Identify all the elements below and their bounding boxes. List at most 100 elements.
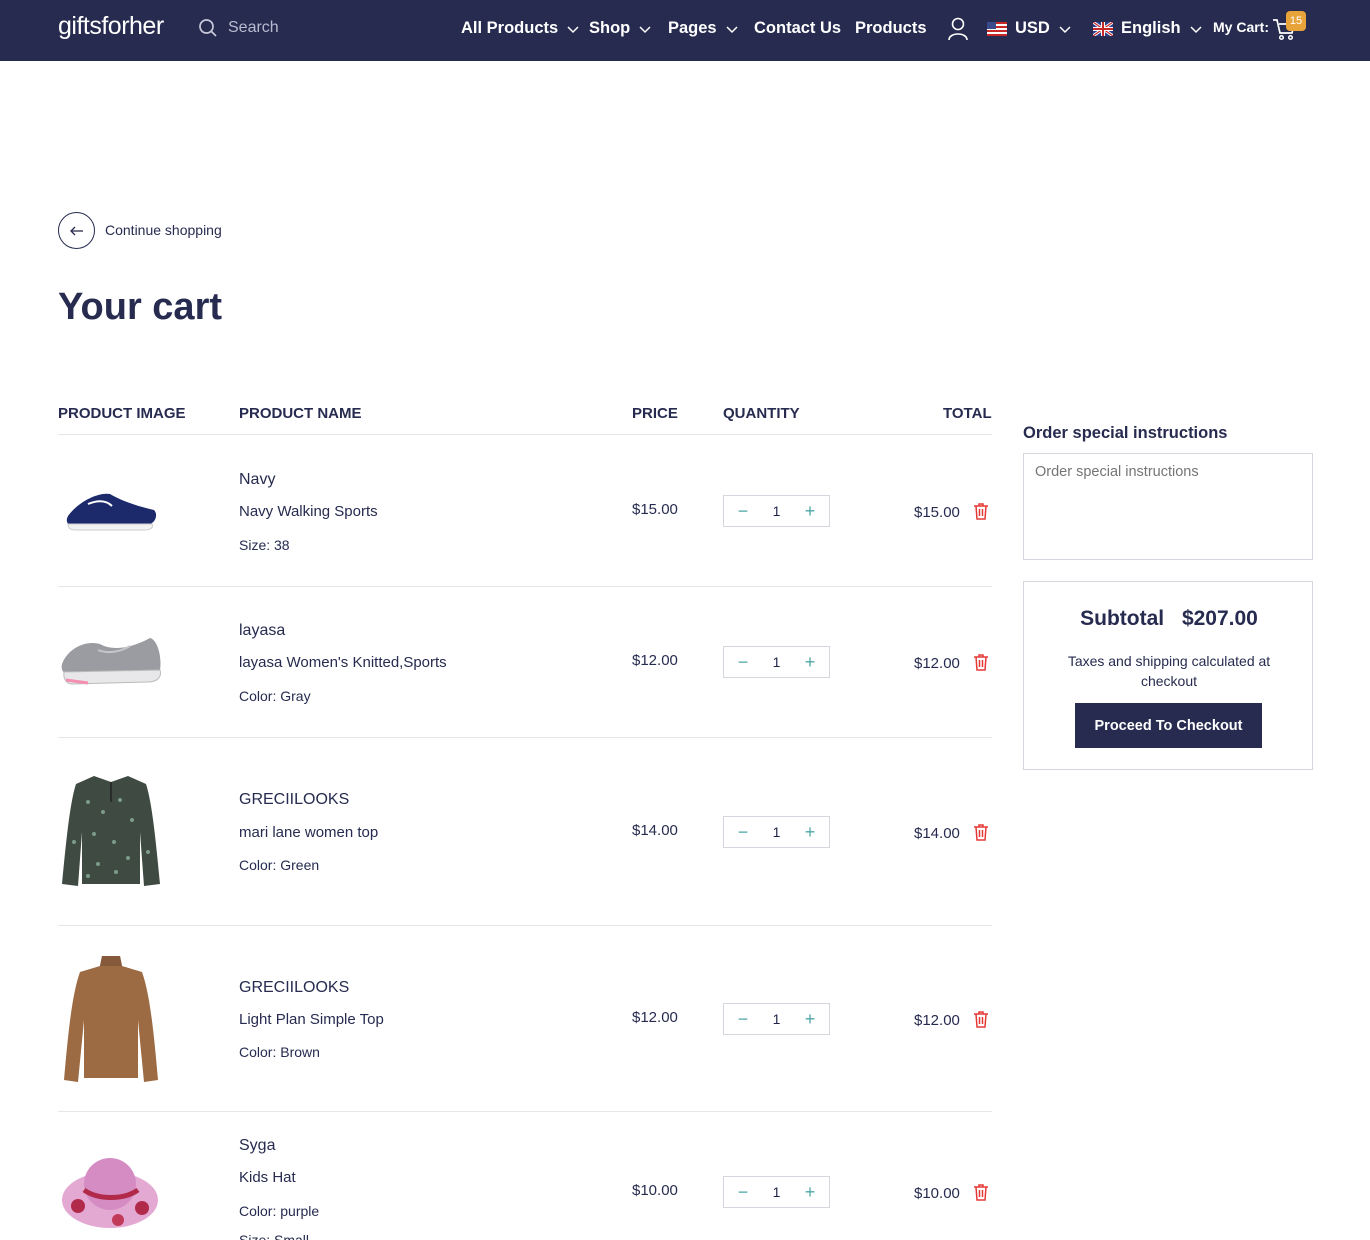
chevron-down-icon	[726, 25, 738, 33]
increase-quantity-button[interactable]: +	[803, 822, 817, 843]
divider	[58, 586, 992, 587]
product-image-pink-hat[interactable]	[58, 1150, 164, 1232]
decrease-quantity-button[interactable]: −	[736, 1182, 750, 1203]
page-title: Your cart	[58, 286, 223, 328]
product-variant: Color: Gray	[239, 688, 311, 704]
subtotal-label: Subtotal	[1080, 607, 1165, 630]
arrow-left-icon	[69, 226, 83, 235]
chevron-down-icon	[1059, 25, 1071, 33]
increase-quantity-button[interactable]: +	[803, 1009, 817, 1030]
product-vendor: Navy	[239, 471, 276, 488]
quantity-stepper[interactable]: − 1 +	[723, 646, 830, 678]
product-vendor: GRECIILOOKS	[239, 979, 350, 996]
line-total: $14.00	[914, 825, 960, 842]
product-name[interactable]: Navy Walking Sports	[239, 503, 378, 520]
top-nav-bar: giftsforher Search All Products Shop Pag…	[0, 0, 1370, 61]
column-header-image: PRODUCT IMAGE	[58, 405, 186, 422]
chevron-down-icon	[639, 25, 651, 33]
unit-price: $14.00	[632, 822, 678, 839]
product-vendor: GRECIILOOKS	[239, 791, 350, 808]
product-image-brown-top[interactable]	[58, 954, 164, 1084]
currency-label: USD	[1015, 19, 1050, 37]
column-header-total: TOTAL	[943, 405, 992, 422]
column-header-quantity: QUANTITY	[723, 405, 800, 422]
product-image-green-floral-top[interactable]	[58, 772, 164, 890]
delete-icon[interactable]	[973, 653, 989, 671]
product-name[interactable]: Kids Hat	[239, 1169, 296, 1186]
search-icon	[199, 19, 217, 37]
proceed-to-checkout-button[interactable]: Proceed To Checkout	[1075, 703, 1262, 748]
quantity-value[interactable]: 1	[773, 503, 781, 519]
quantity-stepper[interactable]: − 1 +	[723, 1176, 830, 1208]
cart-count-badge: 15	[1286, 11, 1306, 31]
delete-icon[interactable]	[973, 502, 989, 520]
product-variant: Color: Green	[239, 857, 320, 873]
increase-quantity-button[interactable]: +	[803, 501, 817, 522]
delete-icon[interactable]	[973, 823, 989, 841]
unit-price: $12.00	[632, 1009, 678, 1026]
nav-label: Pages	[668, 19, 717, 37]
increase-quantity-button[interactable]: +	[803, 652, 817, 673]
decrease-quantity-button[interactable]: −	[736, 822, 750, 843]
increase-quantity-button[interactable]: +	[803, 1182, 817, 1203]
subtotal-value: $207.00	[1181, 607, 1258, 630]
divider	[58, 925, 992, 926]
nav-all-products[interactable]: All Products	[461, 19, 580, 38]
quantity-value[interactable]: 1	[773, 1184, 781, 1200]
currency-selector[interactable]: USD	[987, 19, 1072, 38]
quantity-stepper[interactable]: − 1 +	[723, 816, 830, 848]
quantity-value[interactable]: 1	[773, 1011, 781, 1027]
product-name[interactable]: layasa Women's Knitted,Sports	[239, 654, 447, 671]
nav-products[interactable]: Products	[855, 19, 927, 38]
product-variant: Color: purple	[239, 1203, 320, 1219]
column-header-name: PRODUCT NAME	[239, 405, 362, 422]
product-name[interactable]: Light Plan Simple Top	[239, 1011, 384, 1028]
continue-shopping-link[interactable]: Continue shopping	[105, 222, 222, 238]
order-instructions-title: Order special instructions	[1023, 424, 1228, 442]
continue-shopping-button[interactable]	[58, 212, 95, 249]
column-header-price: PRICE	[632, 405, 678, 422]
divider	[58, 737, 992, 738]
product-variant: Color: Brown	[239, 1044, 320, 1060]
site-logo[interactable]: giftsforher	[58, 12, 164, 41]
line-total: $12.00	[914, 655, 960, 672]
product-vendor: layasa	[239, 622, 286, 639]
unit-price: $12.00	[632, 652, 678, 669]
nav-label: Shop	[589, 19, 631, 37]
quantity-stepper[interactable]: − 1 +	[723, 495, 830, 527]
unit-price: $15.00	[632, 501, 678, 518]
product-variant: Size: 38	[239, 537, 290, 553]
nav-shop[interactable]: Shop	[589, 19, 652, 38]
quantity-value[interactable]: 1	[773, 654, 781, 670]
nav-label: Contact Us	[754, 19, 842, 37]
nav-label: All Products	[461, 19, 559, 37]
line-total: $12.00	[914, 1012, 960, 1029]
my-cart-label[interactable]: My Cart:	[1213, 19, 1269, 35]
order-instructions-input[interactable]	[1023, 453, 1313, 560]
quantity-value[interactable]: 1	[773, 824, 781, 840]
tax-shipping-note: Taxes and shipping calculated at checkou…	[1067, 653, 1271, 689]
product-vendor: Syga	[239, 1137, 276, 1154]
decrease-quantity-button[interactable]: −	[736, 501, 750, 522]
quantity-stepper[interactable]: − 1 +	[723, 1003, 830, 1035]
language-label: English	[1121, 19, 1181, 37]
delete-icon[interactable]	[973, 1010, 989, 1028]
user-account-icon[interactable]	[947, 17, 969, 41]
product-variant-size: Size: Small	[239, 1232, 310, 1240]
divider	[58, 1111, 992, 1112]
search-box[interactable]: Search	[198, 18, 279, 38]
product-name[interactable]: mari lane women top	[239, 824, 378, 841]
search-placeholder: Search	[228, 19, 279, 36]
delete-icon[interactable]	[973, 1183, 989, 1201]
product-image-navy-sneaker[interactable]	[58, 480, 164, 540]
nav-label: Products	[855, 19, 927, 37]
decrease-quantity-button[interactable]: −	[736, 1009, 750, 1030]
nav-contact-us[interactable]: Contact Us	[754, 19, 841, 38]
nav-pages[interactable]: Pages	[668, 19, 739, 38]
decrease-quantity-button[interactable]: −	[736, 652, 750, 673]
unit-price: $10.00	[632, 1182, 678, 1199]
product-image-gray-sneaker[interactable]	[58, 628, 166, 690]
subtotal: Subtotal $207.00	[1024, 607, 1314, 631]
language-selector[interactable]: English	[1093, 19, 1203, 38]
us-flag-icon	[987, 21, 1007, 36]
